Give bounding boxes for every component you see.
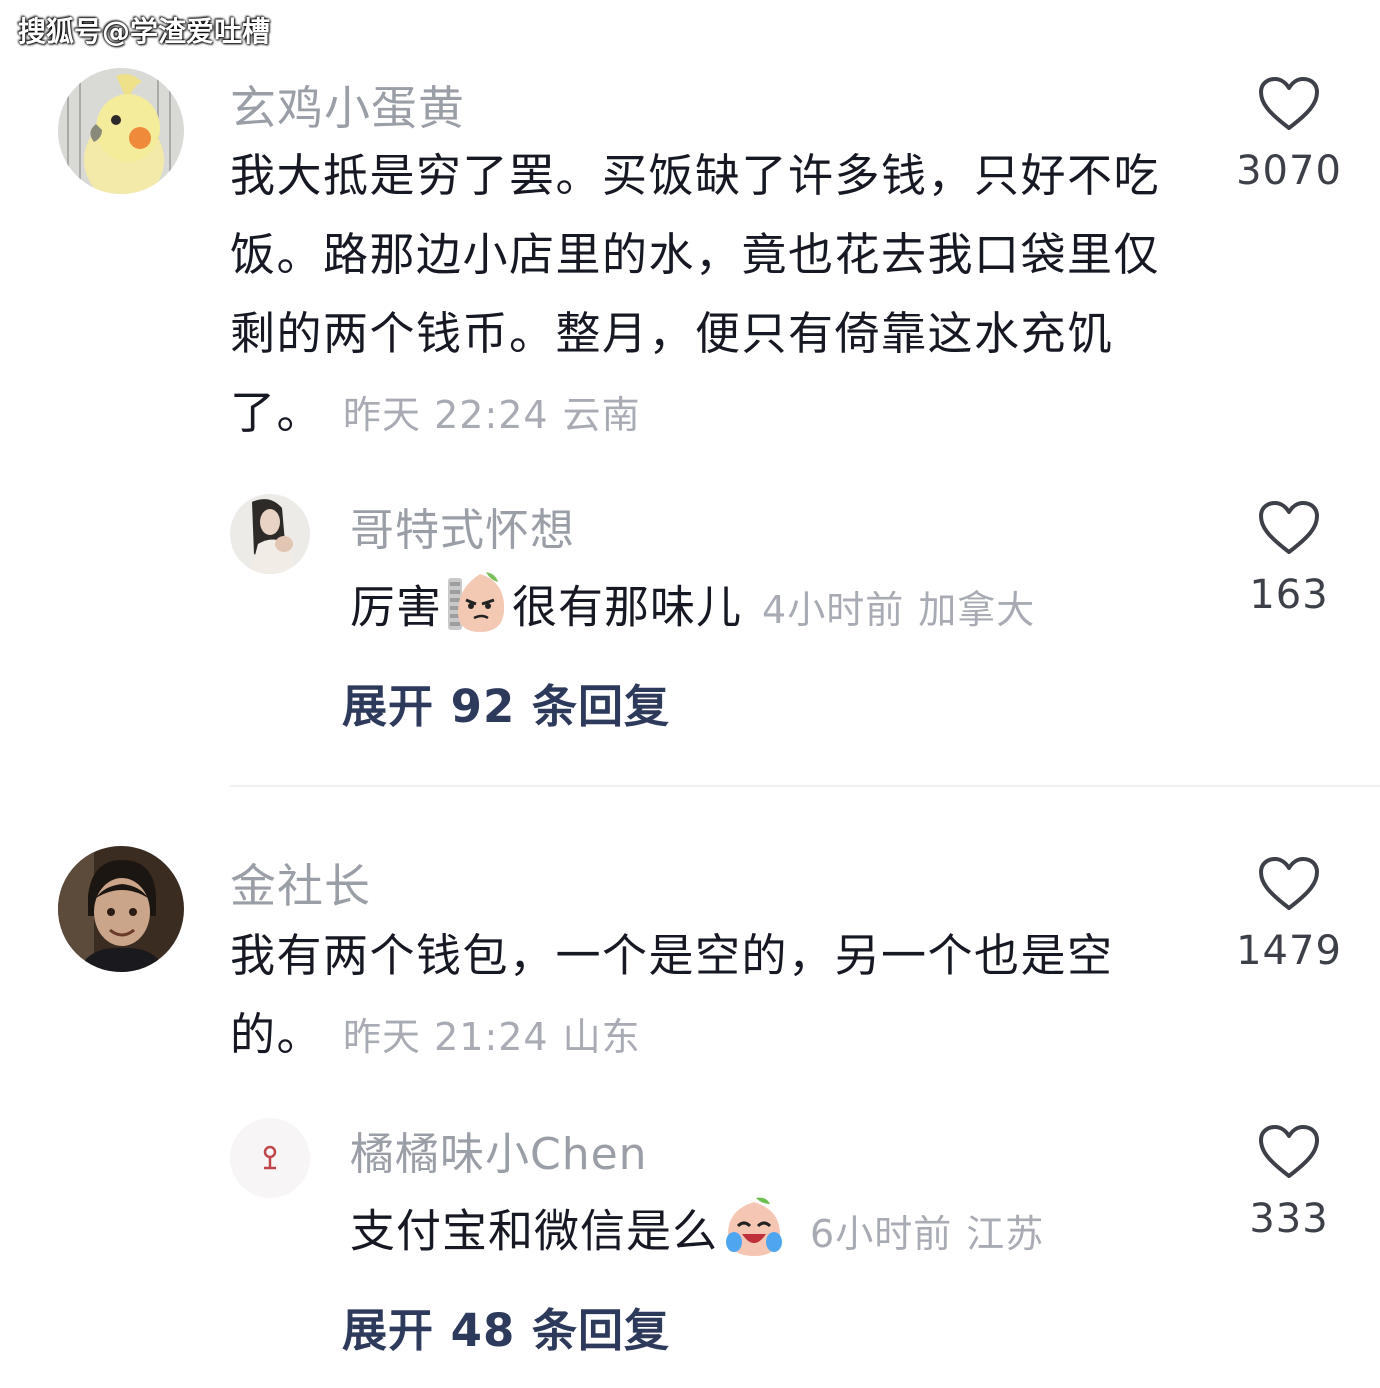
avatar[interactable] (58, 846, 184, 972)
reply-username[interactable]: 哥特式怀想 (350, 494, 575, 558)
reply-meta: 4小时前 加拿大 (762, 588, 1035, 632)
like-count: 163 (1249, 572, 1329, 618)
heart-icon (1259, 1125, 1319, 1178)
comment-text: 我有两个钱包，一个是空的，另一个也是空的。 昨天 21:24 山东 (230, 916, 1200, 1077)
comment-meta: 昨天 22:24 云南 (343, 393, 641, 437)
reply-body-after: 很有那味儿 (512, 580, 743, 634)
laugh-cry-peach-emoji-icon (722, 1196, 786, 1273)
comment-time: 昨天 21:24 (343, 1015, 549, 1059)
avatar[interactable] (230, 494, 310, 574)
reply-meta: 6小时前 江苏 (810, 1212, 1044, 1256)
divider (230, 785, 1380, 787)
like-button[interactable]: 1479 (1224, 856, 1354, 974)
expand-replies-button[interactable]: 展开 48 条回复 (342, 1294, 670, 1359)
comment-location: 山东 (562, 1015, 641, 1059)
comment-time: 昨天 22:24 (343, 393, 549, 437)
smirk-peach-emoji-icon (446, 572, 508, 649)
like-button[interactable]: 163 (1224, 500, 1354, 618)
reply-time: 4小时前 (762, 587, 905, 632)
like-count: 333 (1249, 1196, 1329, 1242)
avatar[interactable] (230, 1118, 310, 1198)
watermark: 搜狐号@学渣爱吐槽 (18, 15, 271, 48)
reply-body-before: 支付宝和微信是么 (350, 1204, 719, 1258)
reply-text: 厉害 很有那味儿 4小时前 加拿大 (350, 572, 1035, 649)
heart-icon (1259, 501, 1319, 554)
comment-text: 我大抵是穷了罢。买饭缺了许多钱，只好不吃饭。路那边小店里的水，竟也花去我口袋里仅… (230, 136, 1200, 455)
reply-location: 江苏 (966, 1211, 1045, 1256)
heart-icon (1259, 857, 1319, 910)
reply-time: 6小时前 (810, 1211, 953, 1256)
comment-meta: 昨天 21:24 山东 (343, 1015, 641, 1059)
reply-username[interactable]: 橘橘味小Chen (350, 1118, 648, 1182)
like-count: 1479 (1236, 928, 1342, 974)
comment-username[interactable]: 玄鸡小蛋黄 (230, 72, 465, 138)
expand-replies-button[interactable]: 展开 92 条回复 (342, 670, 670, 735)
reply-location: 加拿大 (918, 587, 1036, 632)
reply-body-before: 厉害 (350, 580, 443, 634)
reply-text: 支付宝和微信是么 6小时前 江苏 (350, 1196, 1044, 1273)
heart-icon (1259, 77, 1319, 130)
comment-username[interactable]: 金社长 (230, 850, 371, 916)
like-button[interactable]: 333 (1224, 1124, 1354, 1242)
like-count: 3070 (1236, 148, 1342, 194)
like-button[interactable]: 3070 (1224, 76, 1354, 194)
avatar[interactable] (58, 68, 184, 194)
comment-location: 云南 (562, 393, 641, 437)
